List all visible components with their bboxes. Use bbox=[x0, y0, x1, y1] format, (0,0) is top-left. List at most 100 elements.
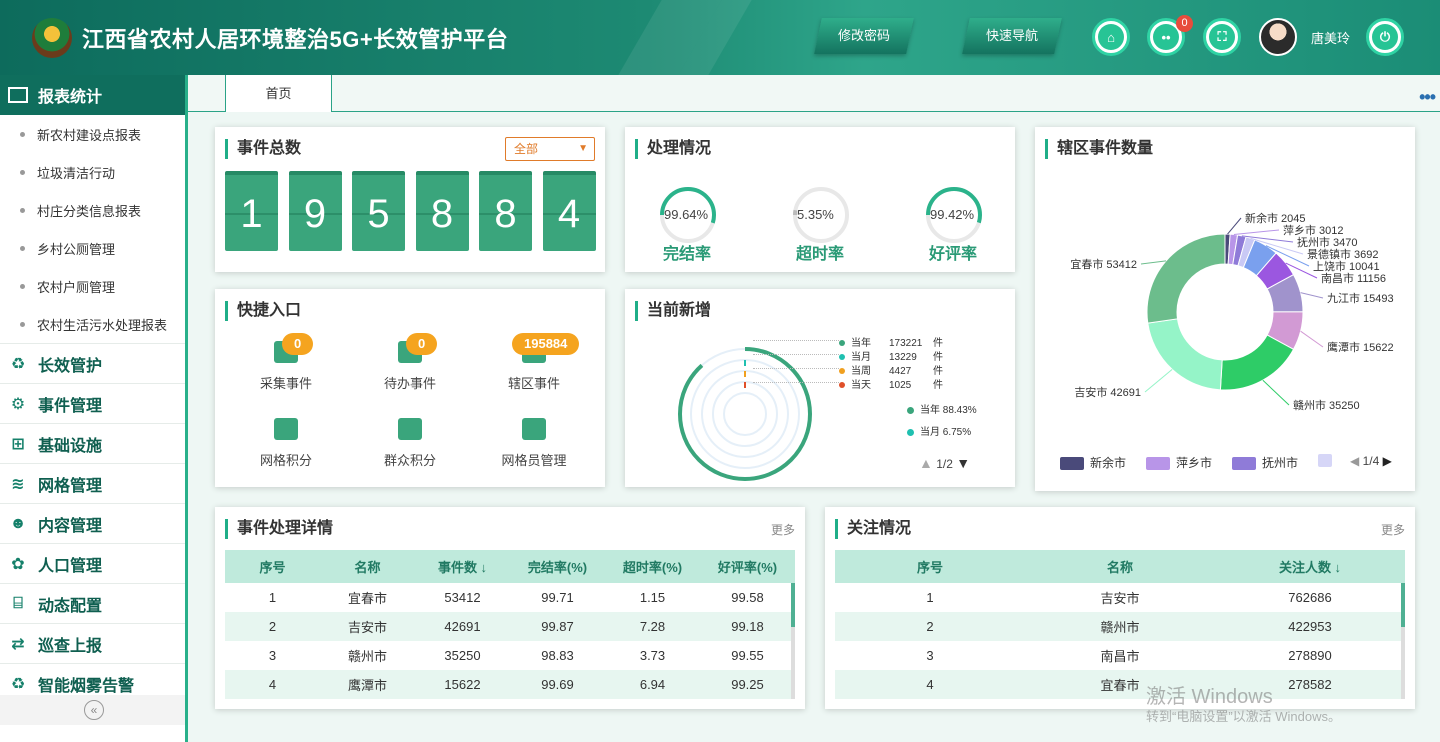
column-header[interactable]: 关注人数 ↓ bbox=[1215, 550, 1405, 583]
more-link[interactable]: 更多 bbox=[771, 521, 795, 538]
quick-entry-item[interactable]: 辖区事件 195884 bbox=[484, 333, 584, 392]
column-header[interactable]: 事件数 ↓ bbox=[415, 550, 510, 583]
logout-button[interactable]: ⏻ bbox=[1366, 18, 1404, 56]
collapse-sidebar-button[interactable]: « bbox=[84, 700, 104, 720]
table-row[interactable]: 4 鹰潭市 15622 99.69 6.94 99.25 bbox=[225, 670, 795, 699]
table-row[interactable]: 3 赣州市 35250 98.83 3.73 99.55 bbox=[225, 641, 795, 670]
sidebar-section-report[interactable]: 报表统计 bbox=[0, 75, 185, 115]
table-row[interactable]: 2 吉安市 42691 99.87 7.28 99.18 bbox=[225, 612, 795, 641]
quick-entry-item[interactable]: 网格员管理 bbox=[484, 418, 584, 469]
fullscreen-icon: ⛶ bbox=[1217, 29, 1227, 44]
ring-track bbox=[723, 392, 767, 436]
next-page-icon[interactable]: ▶ bbox=[1383, 454, 1392, 468]
tab-bar: 首页 ••• bbox=[188, 75, 1440, 112]
table-row[interactable]: 2 赣州市 422953 bbox=[835, 612, 1405, 641]
more-options-icon[interactable]: ••• bbox=[1419, 87, 1436, 108]
donut-slice bbox=[1147, 318, 1223, 391]
table-cell: 99.71 bbox=[541, 590, 574, 605]
card-title: 当前新增 bbox=[635, 301, 711, 321]
column-header[interactable]: 名称 bbox=[320, 550, 415, 583]
sidebar-subitem[interactable]: 村庄分类信息报表 bbox=[0, 191, 185, 229]
sidebar-subitem[interactable]: 新农村建设点报表 bbox=[0, 115, 185, 153]
sidebar-menu-item[interactable]: ⇄ 巡查上报 bbox=[0, 623, 185, 663]
leader-line bbox=[753, 382, 839, 383]
change-password-button[interactable]: 修改密码 bbox=[814, 18, 914, 54]
sidebar-menu-item[interactable]: ♻ 长效管护 bbox=[0, 343, 185, 383]
ratio-legend-item: 当月 6.75% bbox=[907, 423, 971, 438]
district-legend-item[interactable]: 新余市 bbox=[1060, 454, 1126, 471]
quick-nav-button[interactable]: 快速导航 bbox=[962, 18, 1062, 54]
next-page-icon[interactable]: ▼ bbox=[956, 455, 970, 471]
sidebar-menu-item[interactable]: ⌸ 动态配置 bbox=[0, 583, 185, 623]
home-button[interactable]: ⌂ bbox=[1092, 18, 1130, 56]
digit-value: 8 bbox=[430, 192, 454, 236]
column-header[interactable]: 名称 bbox=[1025, 550, 1215, 583]
total-digit: 4 bbox=[542, 171, 596, 251]
power-icon: ⏻ bbox=[1379, 29, 1391, 44]
more-link[interactable]: 更多 bbox=[1381, 521, 1405, 538]
table-row[interactable]: 3 南昌市 278890 bbox=[835, 641, 1405, 670]
activation-watermark-subtext: 转到“电脑设置”以激活 Windows。 bbox=[1146, 709, 1342, 724]
table-cell: 赣州市 bbox=[1025, 612, 1215, 641]
sidebar-menu-item[interactable]: ✿ 人口管理 bbox=[0, 543, 185, 583]
district-events-card: 辖区事件数量 新余市 2045 萍乡市 3012 抚州市 3470 景德镇市 3692… bbox=[1035, 127, 1415, 491]
sidebar-subitem[interactable]: 乡村公厕管理 bbox=[0, 229, 185, 267]
layers-icon: ≋ bbox=[11, 475, 25, 493]
column-header[interactable]: 序号 bbox=[225, 550, 320, 583]
district-legend-item[interactable]: 萍乡市 bbox=[1146, 454, 1212, 471]
quick-entry-item[interactable]: 采集事件 0 bbox=[236, 333, 336, 392]
district-legend-item[interactable]: 抚州市 bbox=[1232, 454, 1298, 471]
donut-label: 景德镇市 3692 bbox=[1307, 247, 1379, 261]
scrollbar-thumb[interactable] bbox=[1401, 583, 1405, 627]
tab-home[interactable]: 首页 bbox=[225, 75, 332, 112]
quick-entry-label: 网格积分 bbox=[259, 453, 312, 468]
quick-entry-item[interactable]: 群众积分 bbox=[360, 418, 460, 469]
swap-icon: ⇄ bbox=[11, 635, 25, 653]
label-leader bbox=[1140, 260, 1167, 265]
sidebar-subitem[interactable]: 农村户厕管理 bbox=[0, 267, 185, 305]
sidebar-menu-item[interactable]: ⊞ 基础设施 bbox=[0, 423, 185, 463]
sidebar-subitem-label: 农村生活污水处理报表 bbox=[37, 317, 168, 333]
sidebar-menu-label: 事件管理 bbox=[38, 397, 103, 415]
card-title: 辖区事件数量 bbox=[1045, 139, 1153, 159]
prev-page-icon[interactable]: ▲ bbox=[919, 455, 933, 471]
digit-value: 8 bbox=[494, 192, 517, 236]
column-header[interactable]: 序号 bbox=[835, 550, 1025, 583]
app-logo bbox=[32, 18, 72, 58]
sidebar-menu-item[interactable]: ⚙ 事件管理 bbox=[0, 383, 185, 423]
column-header[interactable]: 完结率(%) bbox=[510, 550, 605, 583]
legend-label: 萍乡市 bbox=[1176, 456, 1213, 470]
donut-label: 吉安市 42691 bbox=[1074, 385, 1141, 399]
table-row[interactable]: 4 宜春市 278582 bbox=[835, 670, 1405, 699]
table-row[interactable]: 1 宜春市 53412 99.71 1.15 99.58 bbox=[225, 583, 795, 612]
sidebar-subitem-label: 村庄分类信息报表 bbox=[37, 203, 142, 219]
quick-entry-item[interactable]: 网格积分 bbox=[236, 418, 336, 469]
prev-page-icon[interactable]: ◀ bbox=[1350, 454, 1359, 468]
region-filter-select[interactable]: 全部 ▼ bbox=[505, 137, 595, 161]
quick-entry-icon bbox=[522, 418, 546, 440]
table-cell: 53412 bbox=[444, 590, 481, 605]
table-cell: 99.58 bbox=[731, 590, 764, 605]
column-header[interactable]: 好评率(%) bbox=[700, 550, 795, 583]
table-cell: 35250 bbox=[444, 648, 481, 663]
new-added-card: 当前新增 当年 173221 件当月 13229 件当周 4427 件当天 1025 件 当年 … bbox=[625, 289, 1015, 487]
sidebar-subitem[interactable]: 农村生活污水处理报表 bbox=[0, 305, 185, 343]
new-added-rings-chart bbox=[678, 347, 812, 481]
legend-label: 当月 6.75% bbox=[920, 427, 972, 438]
sidebar-subitem[interactable]: 垃圾清洁行动 bbox=[0, 153, 185, 191]
sidebar-menu-item[interactable]: ☻ 内容管理 bbox=[0, 503, 185, 543]
digit-value: 1 bbox=[240, 192, 263, 236]
sidebar-subitem-label: 农村户厕管理 bbox=[37, 279, 116, 295]
quick-entry-icon bbox=[274, 418, 298, 440]
user-avatar[interactable] bbox=[1259, 18, 1297, 56]
fullscreen-button[interactable]: ⛶ bbox=[1203, 18, 1241, 56]
sidebar-menu-item[interactable]: ≋ 网格管理 bbox=[0, 463, 185, 503]
column-header[interactable]: 超时率(%) bbox=[605, 550, 700, 583]
recycle-icon: ♻ bbox=[10, 675, 26, 693]
quick-entry-item[interactable]: 待办事件 0 bbox=[360, 333, 460, 392]
scrollbar-thumb[interactable] bbox=[791, 583, 795, 627]
total-digit: 1 bbox=[225, 171, 278, 251]
sidebar-menu-label: 长效管护 bbox=[38, 357, 103, 375]
sidebar-menu-label: 人口管理 bbox=[38, 557, 103, 575]
table-row[interactable]: 1 吉安市 762686 bbox=[835, 583, 1405, 612]
